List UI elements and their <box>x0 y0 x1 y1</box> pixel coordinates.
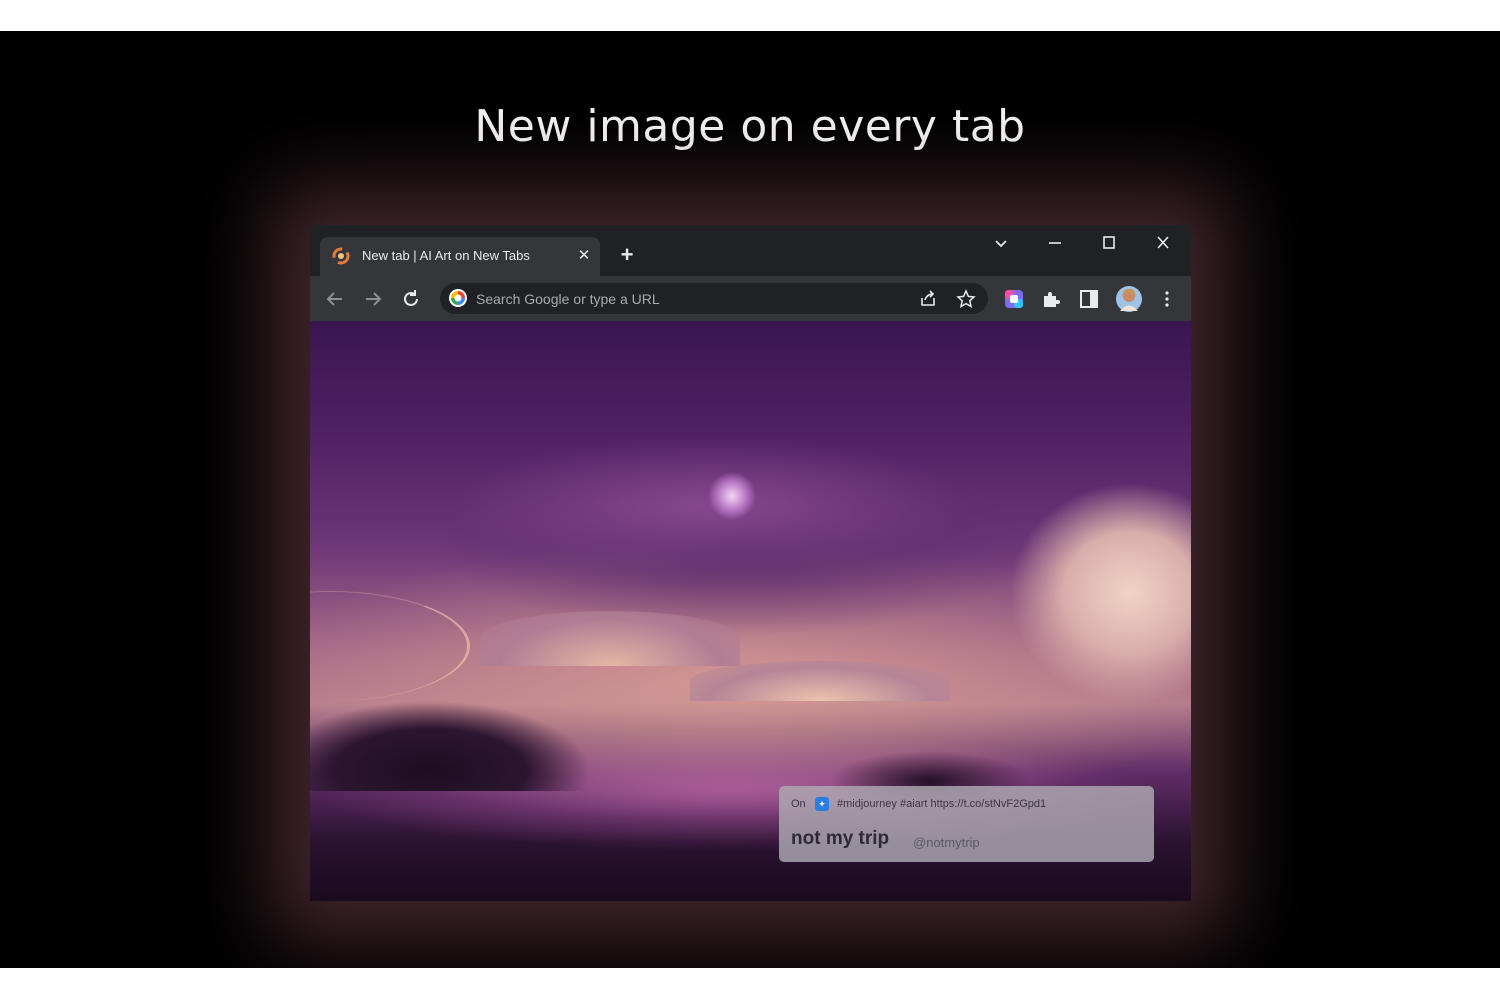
tree-line <box>310 671 610 791</box>
new-tab-button[interactable]: + <box>616 244 638 266</box>
tab-strip: New tab | AI Art on New Tabs ✕ + <box>310 225 1191 276</box>
maximize-icon[interactable] <box>1092 231 1126 255</box>
puzzle-icon[interactable] <box>1040 288 1062 310</box>
avatar[interactable] <box>1115 285 1143 313</box>
kebab-menu-icon[interactable] <box>1156 288 1178 310</box>
omnibox[interactable] <box>440 283 988 314</box>
browser-window: New tab | AI Art on New Tabs ✕ + Search … <box>310 225 1191 901</box>
new-tab-background-image: On ✦ #midjourney #aiart https://t.co/stN… <box>310 321 1191 901</box>
snowy-hill <box>690 661 950 701</box>
google-icon <box>448 288 468 308</box>
star-icon[interactable] <box>956 289 976 309</box>
reload-icon[interactable] <box>400 288 422 310</box>
credit-tweet-text[interactable]: #midjourney #aiart https://t.co/stNvF2Gp… <box>837 798 1046 810</box>
forward-icon[interactable] <box>362 288 384 310</box>
credit-author-name[interactable]: not my trip <box>791 828 889 850</box>
tab-close-icon[interactable]: ✕ <box>574 246 594 266</box>
tab-title: New tab | AI Art on New Tabs <box>362 248 530 263</box>
promo-stage: New image on every tab New tab | AI Art … <box>0 31 1500 968</box>
tab-favicon-icon <box>332 247 350 265</box>
headline: New image on every tab <box>474 101 1026 152</box>
credit-author-handle[interactable]: @notmytrip <box>913 835 980 850</box>
share-icon[interactable] <box>918 289 938 309</box>
tab-new-tab[interactable]: New tab | AI Art on New Tabs ✕ <box>320 237 600 276</box>
minimize-icon[interactable] <box>1038 231 1072 255</box>
side-panel-icon[interactable] <box>1078 288 1100 310</box>
credit-prefix: On <box>791 798 806 810</box>
browser-toolbar <box>310 276 1191 321</box>
color-extension-icon[interactable] <box>1003 288 1025 310</box>
tab-search-icon[interactable] <box>984 231 1018 255</box>
close-window-icon[interactable] <box>1146 231 1180 255</box>
omnibox-input[interactable] <box>476 283 896 314</box>
snowy-hill <box>480 611 740 666</box>
back-icon[interactable] <box>324 288 346 310</box>
twitter-icon: ✦ <box>815 797 829 811</box>
image-credit-card[interactable]: On ✦ #midjourney #aiart https://t.co/stN… <box>779 786 1154 862</box>
